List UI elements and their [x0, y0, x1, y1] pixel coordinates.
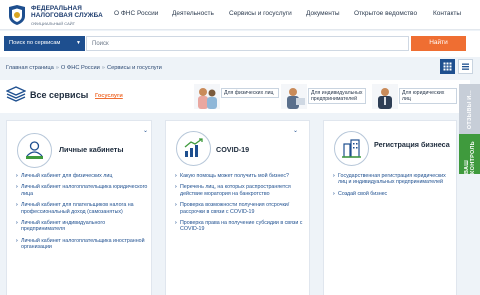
covid-chart-icon — [176, 131, 211, 166]
audience-legal-entities-label: Для юридических лиц — [399, 88, 457, 104]
breadcrumb-about[interactable]: О ФНС России — [61, 65, 100, 71]
brand-name[interactable]: ФЕДЕРАЛЬНАЯ НАЛОГОВАЯ СЛУЖБА ОФИЦИАЛЬНЫЙ… — [31, 5, 103, 27]
your-control-label: ВАШ КОНТРОЛЬ — [463, 141, 476, 174]
services-stack-icon — [6, 86, 26, 102]
link-business-registration[interactable]: Государственная регистрация юридических … — [333, 173, 453, 186]
search-button[interactable]: Найти — [411, 36, 466, 51]
nav-services[interactable]: Сервисы и госуслуги — [229, 10, 292, 17]
link-personal-entrepreneur[interactable]: Личный кабинет индивидуального предприни… — [16, 220, 150, 233]
nav-activity[interactable]: Деятельность — [172, 10, 214, 17]
nav-contacts[interactable]: Контакты — [433, 10, 461, 17]
card-title: Личные кабинеты — [59, 145, 124, 154]
all-services-title: Все сервисы — [30, 90, 89, 100]
card-title: Регистрация бизнеса — [374, 140, 450, 149]
individuals-photo — [194, 84, 220, 109]
service-card-covid: COVID-19 ⌄ Какую помощь может получить м… — [165, 120, 310, 295]
gosuslugi-tab[interactable]: Госуслуги — [95, 93, 123, 99]
audience-legal-entities[interactable]: Для юридических лиц — [372, 84, 458, 109]
nav-documents[interactable]: Документы — [306, 10, 340, 17]
business-registration-icon — [334, 131, 369, 166]
nav-about[interactable]: О ФНС России — [114, 10, 158, 17]
list-icon — [462, 63, 469, 70]
search-input[interactable]: Поиск — [86, 36, 409, 51]
link-personal-foreign[interactable]: Личный кабинет налогоплательщика иностра… — [16, 238, 150, 251]
link-personal-individuals[interactable]: Личный кабинет для физических лиц — [16, 173, 150, 180]
search-placeholder: Поиск — [92, 41, 109, 47]
entrepreneurs-photo — [281, 84, 307, 109]
link-covid-help[interactable]: Какую помощь может получить мой бизнес? — [175, 173, 305, 180]
audience-individuals-label: Для физических лиц — [221, 88, 279, 98]
legal-entities-photo — [372, 84, 398, 109]
feedback-side-tab[interactable]: ОТЗЫВЫ И... — [459, 84, 480, 134]
search-scope-label: Поиск по сервисам — [9, 40, 61, 46]
grid-view-button[interactable] — [440, 59, 455, 74]
chevron-down-icon[interactable]: ⌄ — [143, 127, 148, 134]
brand-line-1: ФЕДЕРАЛЬНАЯ — [31, 5, 82, 12]
chevron-down-icon: ▼ — [76, 40, 81, 46]
site-header: ФЕДЕРАЛЬНАЯ НАЛОГОВАЯ СЛУЖБА ОФИЦИАЛЬНЫЙ… — [0, 0, 480, 30]
grid-icon — [443, 62, 452, 71]
link-personal-legal[interactable]: Личный кабинет налогоплательщика юридиче… — [16, 184, 150, 197]
card-links: Личный кабинет для физических лиц Личный… — [16, 173, 150, 256]
brand-line-2: НАЛОГОВАЯ СЛУЖБА — [31, 12, 103, 19]
breadcrumb-separator: » — [55, 65, 59, 71]
chevron-down-icon[interactable]: ⌄ — [293, 127, 298, 134]
list-view-button[interactable] — [458, 59, 473, 74]
link-covid-subsidy[interactable]: Проверка права на получение субсидии в с… — [175, 220, 305, 233]
service-card-personal-accounts: Личные кабинеты ⌄ Личный кабинет для физ… — [6, 120, 152, 295]
link-covid-moratorium[interactable]: Перечень лиц, на которых распространяетс… — [175, 184, 305, 197]
link-personal-selfemployed[interactable]: Личный кабинет для плательщиков налога н… — [16, 202, 150, 215]
breadcrumb-current: Сервисы и госуслуги — [106, 65, 162, 71]
breadcrumb: Главная страница» О ФНС России» Сервисы и … — [6, 65, 162, 71]
card-links: Какую помощь может получить мой бизнес? … — [175, 173, 305, 238]
breadcrumb-separator: » — [101, 65, 105, 71]
service-card-business-registration: Регистрация бизнеса Государственная реги… — [323, 120, 457, 295]
audience-entrepreneurs[interactable]: Для индивидуальных предпринимателей — [281, 84, 367, 109]
search-scope-select[interactable]: Поиск по сервисам ▼ — [4, 36, 85, 51]
audience-individuals[interactable]: Для физических лиц — [194, 84, 280, 109]
breadcrumb-home[interactable]: Главная страница — [6, 65, 54, 71]
audience-entrepreneurs-label: Для индивидуальных предпринимателей — [308, 88, 366, 104]
card-links: Государственная регистрация юридических … — [333, 173, 453, 202]
nav-open-agency[interactable]: Открытое ведомство — [354, 10, 417, 17]
fns-emblem-icon[interactable] — [5, 4, 29, 26]
link-covid-deferral[interactable]: Проверка возможности получения отсрочки/… — [175, 202, 305, 215]
card-title: COVID-19 — [216, 145, 250, 154]
link-create-business[interactable]: Создай свой бизнес — [333, 191, 453, 198]
your-control-side-tab[interactable]: ВАШ КОНТРОЛЬ — [459, 134, 480, 174]
personal-account-icon — [17, 133, 52, 168]
brand-line-3: ОФИЦИАЛЬНЫЙ САЙТ — [31, 21, 76, 26]
feedback-side-tab-label: ОТЗЫВЫ И... — [466, 90, 473, 130]
